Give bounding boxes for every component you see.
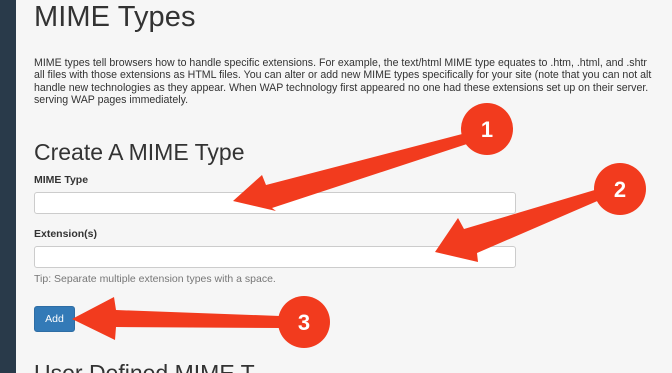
user-defined-section-title: User Defined MIME T: [34, 360, 255, 373]
add-button[interactable]: Add: [34, 306, 75, 332]
extensions-label: Extension(s): [34, 228, 98, 240]
main-content: MIME Types MIME types tell browsers how …: [16, 0, 672, 373]
mime-type-label: MIME Type: [34, 174, 89, 186]
mime-type-input[interactable]: [34, 192, 516, 214]
description-line: serving WAP pages immediately.: [34, 93, 189, 106]
page-title: MIME Types: [34, 1, 196, 33]
extensions-tip: Tip: Separate multiple extension types w…: [34, 273, 276, 285]
extensions-input[interactable]: [34, 246, 516, 268]
create-section-title: Create A MIME Type: [34, 139, 245, 165]
page-description: MIME types tell browsers how to handle s…: [34, 57, 672, 106]
description-line: MIME types tell browsers how to handle s…: [34, 57, 647, 69]
sidebar-edge: [0, 0, 16, 373]
description-line: handle new technologies as they appear. …: [34, 81, 649, 94]
description-line: all files with those extensions as HTML …: [34, 69, 652, 82]
